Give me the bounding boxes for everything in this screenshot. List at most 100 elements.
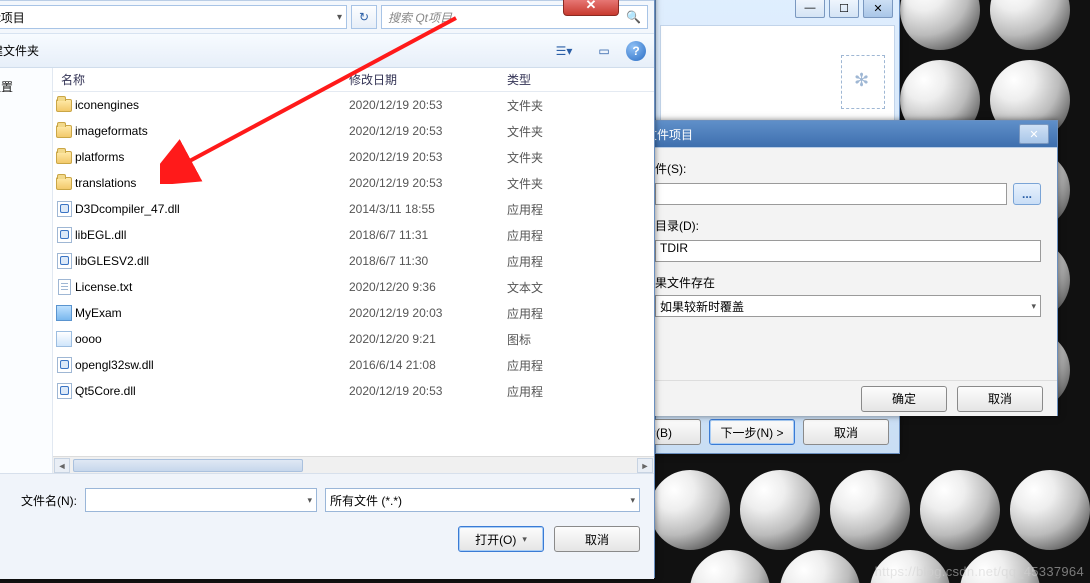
open-split-icon[interactable]: ▾ xyxy=(522,534,527,545)
document-placeholder-icon xyxy=(841,55,885,109)
file-row[interactable]: platforms2020/12/19 20:53文件夹 xyxy=(53,144,654,170)
file-row[interactable]: License.txt2020/12/20 9:36文本文 xyxy=(53,274,654,300)
search-placeholder: 搜索 Qt项目 xyxy=(388,9,452,26)
file-name: opengl32sw.dll xyxy=(75,358,349,372)
open-button-label: 打开(O) xyxy=(475,531,516,548)
parent-window-buttons: ✕ xyxy=(563,0,653,22)
file-name: imageformats xyxy=(75,124,349,138)
dll-icon xyxy=(57,201,72,217)
file-name: MyExam xyxy=(75,306,349,320)
column-name[interactable]: 名称 xyxy=(53,71,349,88)
wizard-next-button[interactable]: 下一步(N) > xyxy=(709,419,795,445)
file-item-cancel-button[interactable]: 取消 xyxy=(957,386,1043,412)
folder-icon xyxy=(56,151,72,164)
toolbar: 新建文件夹 ☰▾ ▭ ? xyxy=(0,34,654,68)
browse-source-button[interactable]: ... xyxy=(1013,183,1041,205)
if-exists-select[interactable]: 如果较新时覆盖 ▾ xyxy=(655,295,1041,317)
file-open-dialog: ▸ Qt项目 ▾ ↻ 搜索 Qt项目 🔍 新建文件夹 ☰▾ ▭ ? 的位置 名称… xyxy=(0,0,655,578)
wizard-minimize-button[interactable]: — xyxy=(795,0,825,18)
horizontal-scrollbar[interactable]: ◄ ► xyxy=(53,456,654,473)
scroll-right-button[interactable]: ► xyxy=(637,458,653,473)
folder-icon xyxy=(56,177,72,190)
file-date: 2020/12/19 20:53 xyxy=(349,384,507,398)
file-item-ok-button[interactable]: 确定 xyxy=(861,386,947,412)
file-filter-select[interactable]: 所有文件 (*.*) ▾ xyxy=(325,488,640,512)
file-row[interactable]: iconengines2020/12/19 20:53文件夹 xyxy=(53,92,654,118)
file-row[interactable]: opengl32sw.dll2016/6/14 21:08应用程 xyxy=(53,352,654,378)
file-row[interactable]: Qt5Core.dll2020/12/19 20:53应用程 xyxy=(53,378,654,404)
folder-icon xyxy=(56,99,72,112)
view-mode-button[interactable]: ☰▾ xyxy=(546,40,582,62)
file-row[interactable]: MyExam2020/12/19 20:03应用程 xyxy=(53,300,654,326)
dll-icon xyxy=(57,383,72,399)
chevron-down-icon: ▾ xyxy=(630,495,635,506)
file-list: 名称 修改日期 类型 iconengines2020/12/19 20:53文件… xyxy=(53,68,654,473)
ico-icon xyxy=(56,331,72,347)
dll-icon xyxy=(57,357,72,373)
open-button[interactable]: 打开(O) ▾ xyxy=(458,526,544,552)
help-button[interactable]: ? xyxy=(626,41,646,61)
preview-pane-button[interactable]: ▭ xyxy=(590,40,618,62)
address-bar: ▸ Qt项目 ▾ ↻ 搜索 Qt项目 🔍 xyxy=(0,1,654,34)
filename-input[interactable]: ▾ xyxy=(85,488,317,512)
file-date: 2016/6/14 21:08 xyxy=(349,358,507,372)
column-type[interactable]: 类型 xyxy=(507,71,654,88)
file-row[interactable]: imageformats2020/12/19 20:53文件夹 xyxy=(53,118,654,144)
file-date: 2020/12/19 20:53 xyxy=(349,98,507,112)
file-date: 2020/12/19 20:53 xyxy=(349,176,507,190)
file-row[interactable]: translations2020/12/19 20:53文件夹 xyxy=(53,170,654,196)
target-dir-label: 目录(D): xyxy=(655,217,1041,234)
file-type: 应用程 xyxy=(507,253,654,270)
file-filter-value: 所有文件 (*.*) xyxy=(330,492,402,509)
nav-recent[interactable]: 的位置 xyxy=(0,74,48,99)
file-date: 2020/12/20 9:36 xyxy=(349,280,507,294)
wizard-cancel-button[interactable]: 取消 xyxy=(803,419,889,445)
file-date: 2020/12/19 20:53 xyxy=(349,150,507,164)
file-type: 文件夹 xyxy=(507,149,654,166)
file-row[interactable]: libGLESV2.dll2018/6/7 11:30应用程 xyxy=(53,248,654,274)
file-name: translations xyxy=(75,176,349,190)
file-date: 2018/6/7 11:31 xyxy=(349,228,507,242)
file-date: 2020/12/19 20:03 xyxy=(349,306,507,320)
wizard-close-button[interactable]: ✕ xyxy=(863,0,893,18)
breadcrumb-dropdown-icon[interactable]: ▾ xyxy=(337,12,342,23)
file-type: 应用程 xyxy=(507,357,654,374)
filename-label: 文件名(N): xyxy=(0,492,77,509)
column-date[interactable]: 修改日期 xyxy=(349,71,507,88)
file-type: 图标 xyxy=(507,331,654,348)
breadcrumb[interactable]: ▸ Qt项目 ▾ xyxy=(0,5,347,29)
file-name: libGLESV2.dll xyxy=(75,254,349,268)
file-type: 应用程 xyxy=(507,227,654,244)
scroll-left-button[interactable]: ◄ xyxy=(54,458,70,473)
file-name: D3Dcompiler_47.dll xyxy=(75,202,349,216)
file-item-dialog: 文件项目 ✕ 件(S): ... 目录(D): TDIR 果文件存在 如果较新时… xyxy=(638,120,1058,416)
filename-history-icon[interactable]: ▾ xyxy=(307,495,312,506)
cancel-button[interactable]: 取消 xyxy=(554,526,640,552)
if-exists-value: 如果较新时覆盖 xyxy=(660,298,744,315)
scroll-thumb[interactable] xyxy=(73,459,303,472)
file-type: 文件夹 xyxy=(507,123,654,140)
refresh-button[interactable]: ↻ xyxy=(351,5,377,29)
file-date: 2020/12/20 9:21 xyxy=(349,332,507,346)
file-type: 文件夹 xyxy=(507,175,654,192)
file-type: 应用程 xyxy=(507,305,654,322)
parent-close-button[interactable]: ✕ xyxy=(563,0,619,16)
nav-pane[interactable]: 的位置 xyxy=(0,68,53,473)
file-name: iconengines xyxy=(75,98,349,112)
file-name: License.txt xyxy=(75,280,349,294)
new-folder-button[interactable]: 新建文件夹 xyxy=(0,42,39,59)
file-name: platforms xyxy=(75,150,349,164)
file-date: 2020/12/19 20:53 xyxy=(349,124,507,138)
file-date: 2014/3/11 18:55 xyxy=(349,202,507,216)
target-dir-input[interactable]: TDIR xyxy=(655,240,1041,262)
file-name: Qt5Core.dll xyxy=(75,384,349,398)
file-item-close-button[interactable]: ✕ xyxy=(1019,124,1049,144)
source-file-input[interactable] xyxy=(655,183,1007,205)
column-headers[interactable]: 名称 修改日期 类型 xyxy=(53,68,654,92)
wizard-maximize-button[interactable]: ☐ xyxy=(829,0,859,18)
file-date: 2018/6/7 11:30 xyxy=(349,254,507,268)
file-row[interactable]: oooo2020/12/20 9:21图标 xyxy=(53,326,654,352)
file-row[interactable]: libEGL.dll2018/6/7 11:31应用程 xyxy=(53,222,654,248)
file-row[interactable]: D3Dcompiler_47.dll2014/3/11 18:55应用程 xyxy=(53,196,654,222)
file-type: 应用程 xyxy=(507,383,654,400)
